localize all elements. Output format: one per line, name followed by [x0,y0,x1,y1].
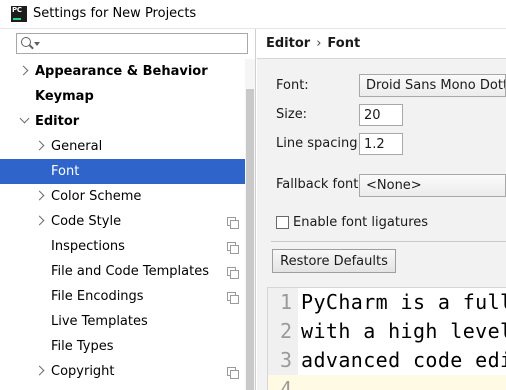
tree-item-live-templates[interactable]: Live Templates [0,309,245,334]
line-number: 4 [279,377,293,390]
line-text: advanced code edit [301,348,506,372]
font-label: Font: [276,78,309,93]
project-scope-icon [227,292,239,304]
project-scope-icon [227,267,239,279]
breadcrumb-separator: › [316,36,322,51]
expand-arrow-icon[interactable] [34,215,45,226]
restore-defaults-button[interactable]: Restore Defaults [272,249,396,273]
preview-line: 3 advanced code edit [268,346,506,375]
tree-item-copyright[interactable]: Copyright [0,359,245,384]
collapse-arrow-icon[interactable] [19,113,30,124]
tree-item-label: Editor [35,114,80,129]
app-logo-text: PC [12,6,22,14]
tree-item-font[interactable]: Font [0,159,245,184]
tree-item-label: File and Code Templates [51,264,209,279]
breadcrumb-parent[interactable]: Editor [266,36,310,51]
line-spacing-label: Line spacing: [276,136,362,151]
line-text: PyCharm is a full [301,290,506,314]
settings-tree: Appearance & Behavior Keymap Editor Gene… [0,59,245,384]
tree-item-label: File Encodings [51,289,144,304]
panel-header: Editor › Font [257,29,506,59]
line-number: 2 [279,319,293,343]
expand-arrow-icon[interactable] [34,140,45,151]
section-divider [271,241,506,242]
preview-line: 1 PyCharm is a full [268,288,506,317]
breadcrumb-current: Font [327,36,361,51]
font-preview-editor[interactable]: 1 PyCharm is a full 2 with a high level … [267,287,506,390]
search-icon[interactable] [21,37,31,47]
expand-arrow-icon[interactable] [34,365,45,376]
tree-item-code-style[interactable]: Code Style [0,209,245,234]
expand-arrow-icon[interactable] [34,190,45,201]
fallback-font-label: Fallback font: [276,177,363,192]
ligatures-label[interactable]: Enable font ligatures [293,215,428,230]
line-number: 3 [279,348,293,372]
app-logo-icon: PC [11,6,27,22]
tree-item-file-types[interactable]: File Types [0,334,245,359]
tree-item-label: Code Style [51,214,122,229]
tree-item-label: Color Scheme [51,189,142,204]
tree-item-file-code-templates[interactable]: File and Code Templates [0,259,245,284]
breadcrumb: Editor › Font [266,36,360,51]
project-scope-icon [227,217,239,229]
size-field[interactable] [359,104,403,126]
settings-search-box[interactable] [16,33,248,54]
settings-search-input[interactable] [41,35,241,52]
expand-arrow-icon[interactable] [18,65,29,76]
sidebar-scrollbar-thumb[interactable] [246,89,254,390]
search-options-caret-icon[interactable] [34,42,40,46]
window-title: Settings for New Projects [33,6,197,21]
line-text: with a high level [301,319,506,343]
tree-item-color-scheme[interactable]: Color Scheme [0,184,245,209]
preview-line-current: 4 [268,375,506,390]
settings-sidebar: Appearance & Behavior Keymap Editor Gene… [0,29,256,390]
line-number: 1 [279,290,293,314]
fallback-font-select[interactable]: <None> [359,174,506,197]
line-spacing-field[interactable] [359,133,403,155]
tree-item-label: Copyright [51,364,115,379]
size-label: Size: [276,107,308,122]
tree-item-label: Keymap [35,89,94,104]
tree-item-label: Inspections [51,239,125,254]
project-scope-icon [227,242,239,254]
tree-item-editor[interactable]: Editor [0,109,245,134]
settings-main-panel: Editor › Font Font: Droid Sans Mono Dotted… [257,29,506,390]
tree-item-label: Live Templates [51,314,148,329]
ligatures-checkbox[interactable] [276,216,289,229]
tree-item-general[interactable]: General [0,134,245,159]
tree-item-label: Appearance & Behavior [35,64,208,79]
tree-item-keymap[interactable]: Keymap [0,84,245,109]
preview-line: 2 with a high level [268,317,506,346]
font-select[interactable]: Droid Sans Mono Dotted [359,74,506,97]
window-titlebar: PC Settings for New Projects [0,0,506,29]
tree-item-file-encodings[interactable]: File Encodings [0,284,245,309]
project-scope-icon [227,367,239,379]
app-logo-accent [13,18,21,20]
tree-item-inspections[interactable]: Inspections [0,234,245,259]
tree-item-label: Font [51,164,80,179]
tree-item-label: General [51,139,103,154]
tree-item-label: File Types [51,339,114,354]
tree-item-appearance-behavior[interactable]: Appearance & Behavior [0,59,245,84]
